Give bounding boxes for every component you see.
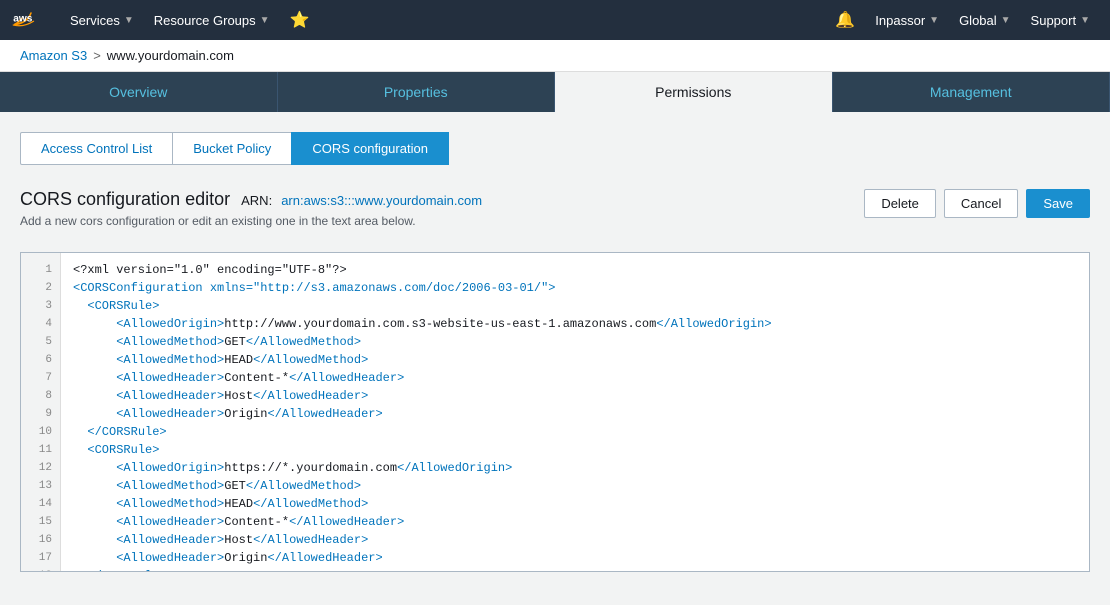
line-number: 14 <box>21 495 60 513</box>
line-number: 16 <box>21 531 60 549</box>
arn-value: arn:aws:s3:::www.yourdomain.com <box>281 193 482 208</box>
tab-overview[interactable]: Overview <box>0 72 278 112</box>
cancel-button[interactable]: Cancel <box>944 189 1018 218</box>
breadcrumb-current: www.yourdomain.com <box>107 48 234 63</box>
nav-right-section: 🔔 Inpassor ▼ Global ▼ Support ▼ <box>827 6 1098 34</box>
breadcrumb: Amazon S3 > www.yourdomain.com <box>0 40 1110 72</box>
code-line: <CORSRule> <box>73 297 1077 315</box>
breadcrumb-s3-link[interactable]: Amazon S3 <box>20 48 87 63</box>
support-label: Support <box>1031 13 1077 28</box>
line-number: 17 <box>21 549 60 567</box>
line-number: 13 <box>21 477 60 495</box>
resource-groups-label: Resource Groups <box>154 13 256 28</box>
tabs-bar: Overview Properties Permissions Manageme… <box>0 72 1110 112</box>
cors-configuration-button[interactable]: CORS configuration <box>291 132 449 165</box>
code-line: <CORSConfiguration xmlns="http://s3.amaz… <box>73 279 1077 297</box>
code-line: <AllowedMethod>GET</AllowedMethod> <box>73 477 1077 495</box>
tab-properties[interactable]: Properties <box>278 72 556 112</box>
save-button[interactable]: Save <box>1026 189 1090 218</box>
editor-title: CORS configuration editor ARN: arn:aws:s… <box>20 189 482 210</box>
line-number: 15 <box>21 513 60 531</box>
code-line: </CORSRule> <box>73 567 1077 571</box>
services-label: Services <box>70 13 120 28</box>
line-number: 7 <box>21 369 60 387</box>
arn-label: ARN: <box>241 193 272 208</box>
line-number: 4 <box>21 315 60 333</box>
delete-button[interactable]: Delete <box>864 189 936 218</box>
code-content[interactable]: <?xml version="1.0" encoding="UTF-8"?><C… <box>61 253 1089 571</box>
code-line: <AllowedHeader>Host</AllowedHeader> <box>73 387 1077 405</box>
resource-groups-caret-icon: ▼ <box>260 15 270 26</box>
top-navigation: aws Services ▼ Resource Groups ▼ ⭐ 🔔 Inp… <box>0 0 1110 40</box>
code-line: <AllowedHeader>Origin</AllowedHeader> <box>73 549 1077 567</box>
support-menu[interactable]: Support ▼ <box>1023 9 1098 32</box>
line-number: 5 <box>21 333 60 351</box>
line-number: 8 <box>21 387 60 405</box>
resource-groups-menu[interactable]: Resource Groups ▼ <box>146 9 278 32</box>
line-number: 11 <box>21 441 60 459</box>
line-number: 18 <box>21 567 60 572</box>
region-caret-icon: ▼ <box>1001 15 1011 26</box>
action-bar: Delete Cancel Save <box>864 189 1090 218</box>
line-number: 12 <box>21 459 60 477</box>
code-line: <AllowedHeader>Host</AllowedHeader> <box>73 531 1077 549</box>
code-editor[interactable]: 1234567891011121314151617181920 <?xml ve… <box>20 252 1090 572</box>
code-line: <CORSRule> <box>73 441 1077 459</box>
services-menu[interactable]: Services ▼ <box>62 9 142 32</box>
editor-header: CORS configuration editor ARN: arn:aws:s… <box>20 189 482 228</box>
user-label: Inpassor <box>875 13 925 28</box>
acl-button[interactable]: Access Control List <box>20 132 173 165</box>
code-line: <AllowedOrigin>https://*.yourdomain.com<… <box>73 459 1077 477</box>
code-line: <AllowedMethod>HEAD</AllowedMethod> <box>73 351 1077 369</box>
line-number: 9 <box>21 405 60 423</box>
notification-bell-icon[interactable]: 🔔 <box>827 6 863 34</box>
line-numbers: 1234567891011121314151617181920 <box>21 253 61 571</box>
line-number: 6 <box>21 351 60 369</box>
bucket-policy-button[interactable]: Bucket Policy <box>172 132 292 165</box>
code-line: <AllowedHeader>Origin</AllowedHeader> <box>73 405 1077 423</box>
line-number: 2 <box>21 279 60 297</box>
code-line: <AllowedHeader>Content-*</AllowedHeader> <box>73 513 1077 531</box>
editor-title-text: CORS configuration editor <box>20 189 230 209</box>
sub-navigation: Access Control List Bucket Policy CORS c… <box>20 132 1090 165</box>
user-caret-icon: ▼ <box>929 15 939 26</box>
editor-subtitle: Add a new cors configuration or edit an … <box>20 214 482 228</box>
region-label: Global <box>959 13 997 28</box>
main-content: Access Control List Bucket Policy CORS c… <box>0 112 1110 592</box>
code-line: </CORSRule> <box>73 423 1077 441</box>
support-caret-icon: ▼ <box>1080 15 1090 26</box>
line-number: 3 <box>21 297 60 315</box>
code-line: <AllowedMethod>GET</AllowedMethod> <box>73 333 1077 351</box>
code-line: <AllowedHeader>Content-*</AllowedHeader> <box>73 369 1077 387</box>
code-line: <?xml version="1.0" encoding="UTF-8"?> <box>73 261 1077 279</box>
tab-management[interactable]: Management <box>833 72 1110 112</box>
breadcrumb-separator: > <box>93 48 101 63</box>
aws-logo: aws <box>12 6 50 34</box>
tab-permissions[interactable]: Permissions <box>555 72 833 112</box>
region-menu[interactable]: Global ▼ <box>951 9 1018 32</box>
services-caret-icon: ▼ <box>124 15 134 26</box>
line-number: 10 <box>21 423 60 441</box>
user-menu[interactable]: Inpassor ▼ <box>867 9 947 32</box>
line-number: 1 <box>21 261 60 279</box>
bookmark-icon-button[interactable]: ⭐ <box>282 6 318 34</box>
code-line: <AllowedOrigin>http://www.yourdomain.com… <box>73 315 1077 333</box>
code-line: <AllowedMethod>HEAD</AllowedMethod> <box>73 495 1077 513</box>
